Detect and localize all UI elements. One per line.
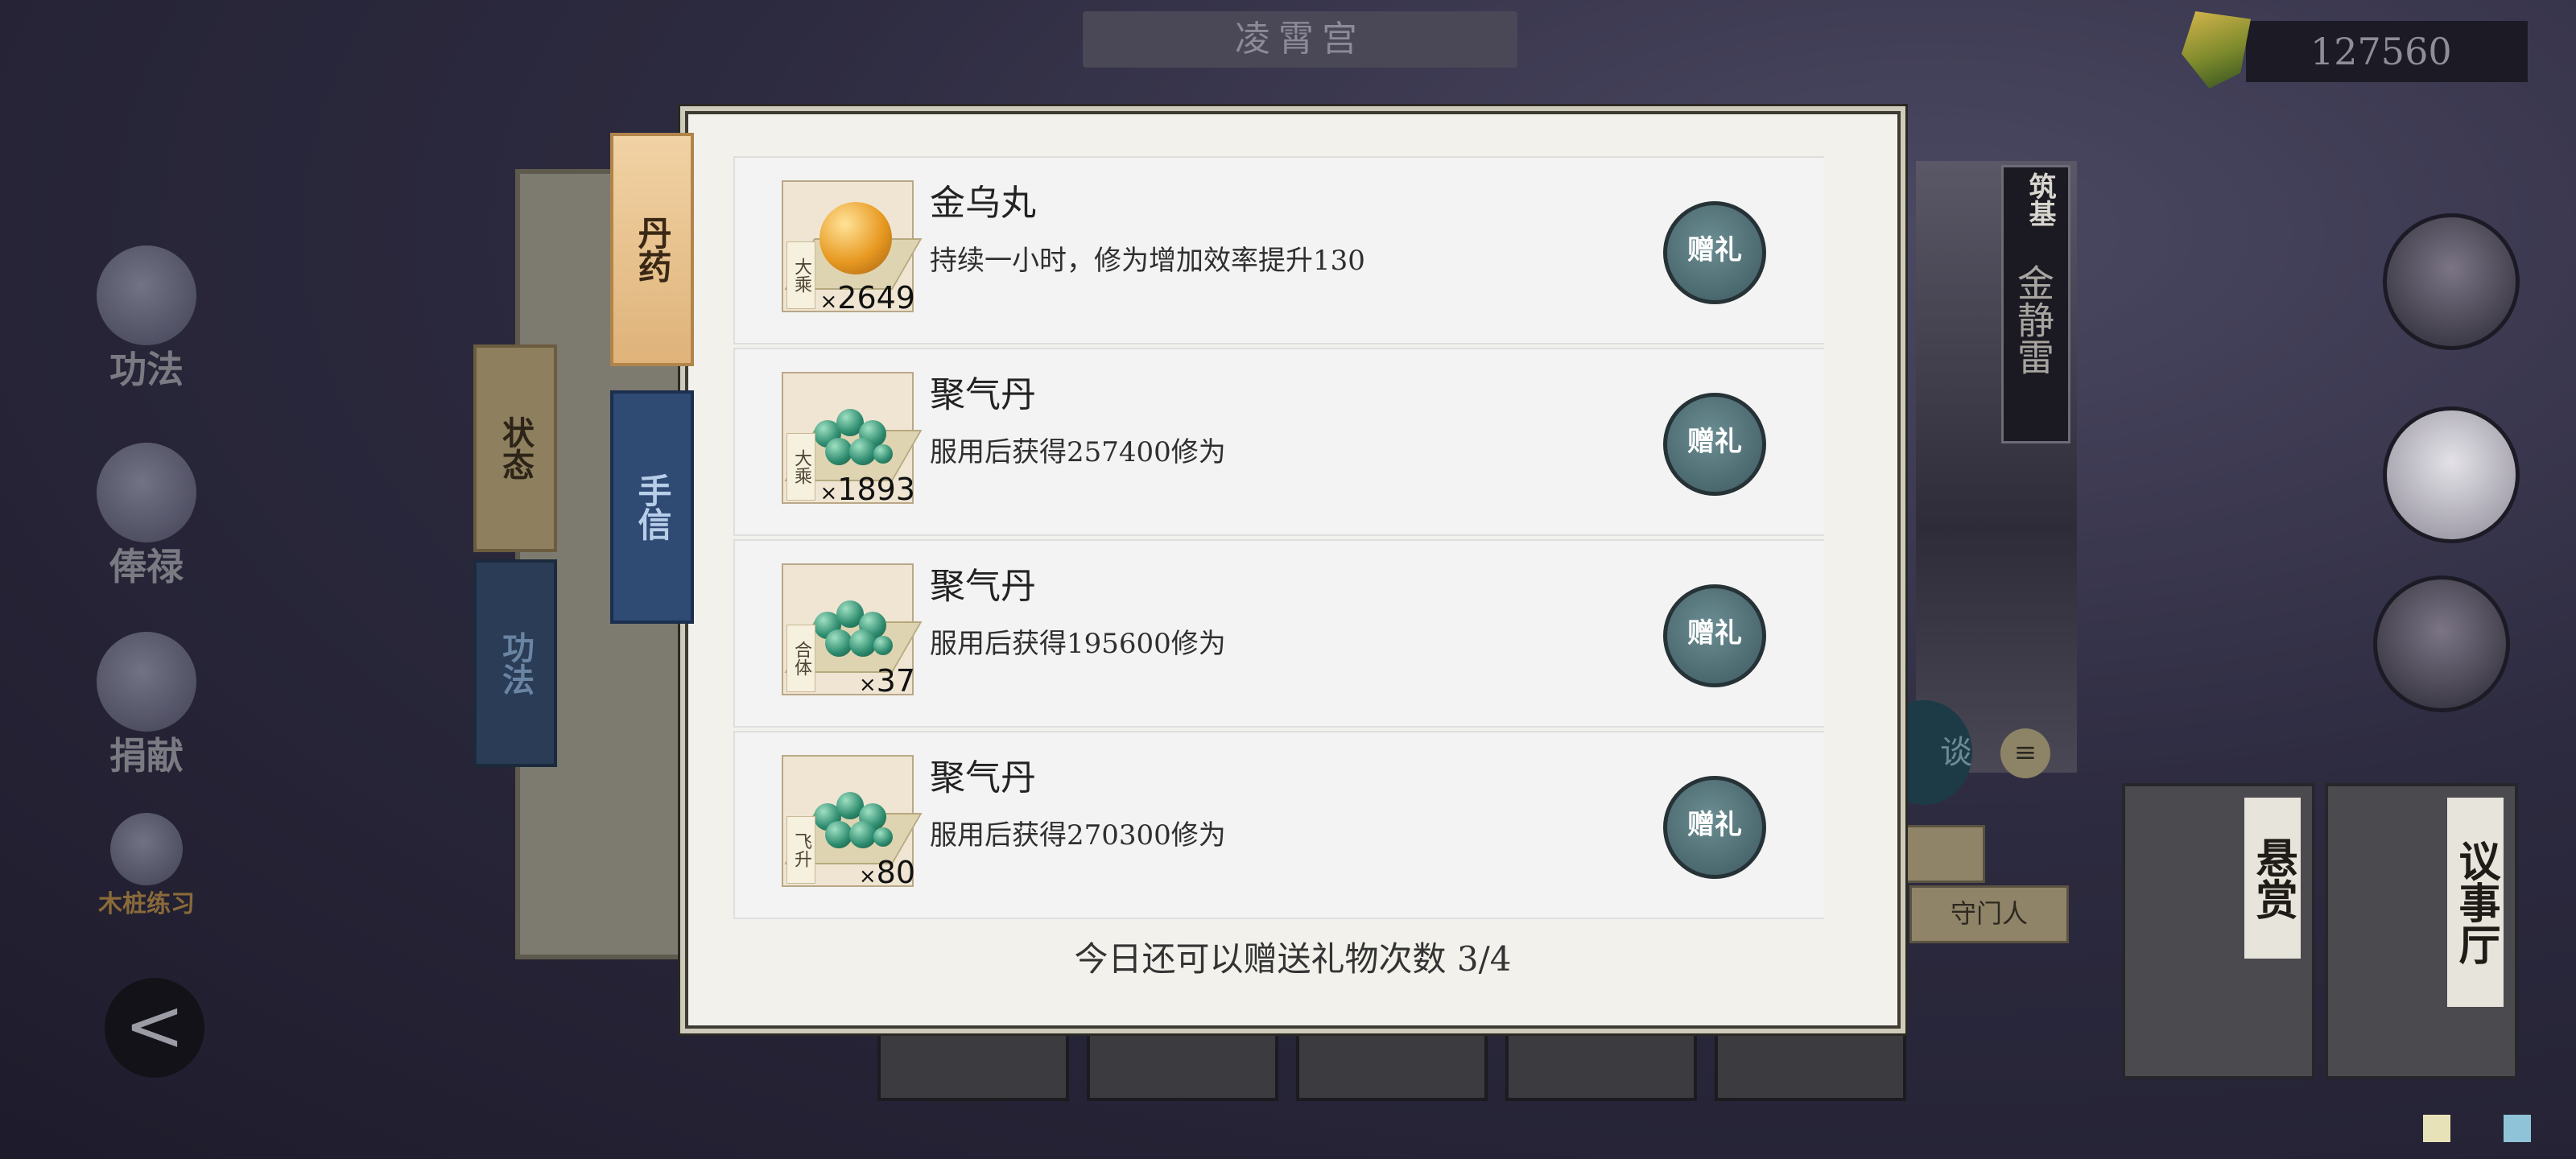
item-name: 聚气丹 xyxy=(930,566,1036,607)
gift-list[interactable]: 大乘 ×2649 金乌丸 持续一小时，修为增加效率提升130 赠礼 大乘 ×18… xyxy=(733,156,1824,921)
currency-display: 127560 xyxy=(2174,11,2528,89)
tab-state[interactable]: 状态 xyxy=(473,344,557,552)
character-name-box: 筑基 金静雷 xyxy=(2001,165,2070,443)
menu-fenglu[interactable]: 俸禄 xyxy=(82,443,211,588)
portrait-avatar-2[interactable] xyxy=(2383,406,2520,543)
menu-gongfa[interactable]: 功法 xyxy=(82,245,211,391)
hand-icon xyxy=(97,443,196,542)
gift-button[interactable]: 赠礼 xyxy=(1663,776,1766,879)
list-item: 大乘 ×2649 金乌丸 持续一小时，修为增加效率提升130 赠礼 xyxy=(733,156,1824,344)
list-item: 大乘 ×1893 聚气丹 服用后获得257400修为 赠礼 xyxy=(733,348,1824,536)
item-count: ×37 xyxy=(858,663,915,699)
list-item: 合体 ×37 聚气丹 服用后获得195600修为 赠礼 xyxy=(733,539,1824,728)
item-description: 服用后获得257400修为 xyxy=(930,436,1226,468)
green-pills-icon: 飞升 ×80 xyxy=(782,755,923,890)
tab-gongfa[interactable]: 功法 xyxy=(473,559,557,767)
green-pills-icon: 大乘 ×1893 xyxy=(782,372,923,507)
green-pills-icon: 合体 ×37 xyxy=(782,563,923,699)
list-item: 飞升 ×80 聚气丹 服用后获得270300修为 赠礼 xyxy=(733,731,1824,919)
item-rank: 大乘 xyxy=(786,241,815,309)
portrait-avatar-3[interactable] xyxy=(2373,575,2510,712)
menu-icon[interactable]: ≡ xyxy=(2000,728,2050,778)
menu-muzhuang[interactable]: 木桩练习 xyxy=(82,813,211,926)
tab-danyao[interactable]: 丹药 xyxy=(610,133,694,366)
gift-button[interactable]: 赠礼 xyxy=(1663,584,1766,687)
item-name: 聚气丹 xyxy=(930,757,1036,798)
back-button[interactable]: < xyxy=(105,978,204,1078)
item-description: 持续一小时，修为增加效率提升130 xyxy=(930,245,1365,277)
character-realm: 筑基 xyxy=(2024,172,2056,227)
gift-button[interactable]: 赠礼 xyxy=(1663,201,1766,304)
wood-dummy-icon xyxy=(110,813,183,885)
jade-token-icon xyxy=(2182,11,2251,89)
card-council-hall[interactable]: 议事厅 xyxy=(2325,783,2518,1079)
corner-decoration xyxy=(2504,1115,2531,1142)
item-count: ×2649 xyxy=(819,280,915,316)
corner-decoration xyxy=(2423,1115,2450,1142)
character-name: 金静雷 xyxy=(2012,264,2055,375)
location-title: 凌霄宫 xyxy=(1083,11,1517,68)
item-rank: 合体 xyxy=(786,625,815,692)
gift-dialog: 大乘 ×2649 金乌丸 持续一小时，修为增加效率提升130 赠礼 大乘 ×18… xyxy=(680,106,1905,1033)
golden-pill-icon: 大乘 ×2649 xyxy=(782,180,923,316)
item-count: ×1893 xyxy=(819,472,915,507)
pouch-icon xyxy=(97,632,196,732)
scroll-icon xyxy=(97,245,196,345)
item-count: ×80 xyxy=(858,855,915,890)
item-rank: 大乘 xyxy=(786,433,815,501)
item-description: 服用后获得270300修为 xyxy=(930,819,1226,852)
tab-shouxin[interactable]: 手信 xyxy=(610,390,694,624)
card-bounty[interactable]: 悬赏 xyxy=(2122,783,2315,1079)
gatekeeper-button[interactable]: 守门人 xyxy=(1909,885,2069,943)
item-description: 服用后获得195600修为 xyxy=(930,628,1226,660)
menu-juanxian[interactable]: 捐献 xyxy=(82,632,211,777)
gift-remaining-count: 今日还可以赠送礼物次数 3/4 xyxy=(1074,939,1512,979)
item-rank: 飞升 xyxy=(786,816,815,884)
portrait-avatar-1[interactable] xyxy=(2383,213,2520,350)
item-name: 金乌丸 xyxy=(930,183,1036,224)
item-name: 聚气丹 xyxy=(930,374,1036,415)
currency-value: 127560 xyxy=(2310,30,2452,73)
gift-button[interactable]: 赠礼 xyxy=(1663,393,1766,496)
